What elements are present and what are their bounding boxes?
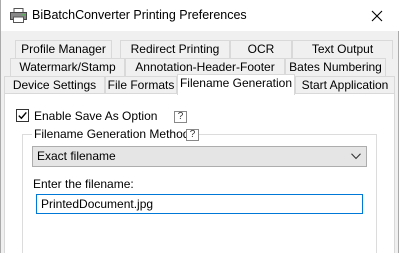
close-button[interactable] (354, 0, 399, 31)
tab-watermark-stamp[interactable]: Watermark/Stamp (10, 58, 125, 77)
tab-bates-numbering[interactable]: Bates Numbering (285, 58, 386, 77)
printer-icon (10, 8, 27, 23)
chevron-down-icon (351, 153, 361, 160)
filename-methods-title: Filename Generation Methods (32, 127, 198, 141)
checkmark-icon (18, 111, 27, 120)
filename-methods-help-button[interactable]: ? (186, 129, 199, 141)
window-title: BiBatchConverter Printing Preferences (32, 8, 247, 22)
enable-save-as-help-button[interactable]: ? (174, 111, 187, 123)
filename-method-value: Exact filename (37, 149, 116, 163)
title-bar: BiBatchConverter Printing Preferences (1, 0, 399, 31)
filename-method-select[interactable]: Exact filename (32, 146, 367, 167)
enable-save-as-label[interactable]: Enable Save As Option (34, 109, 157, 123)
tab-ocr[interactable]: OCR (230, 40, 292, 59)
tab-text-output[interactable]: Text Output (292, 40, 393, 59)
tab-redirect-printing[interactable]: Redirect Printing (120, 40, 230, 59)
tab-profile-manager[interactable]: Profile Manager (15, 40, 112, 59)
enable-save-as-checkbox[interactable] (16, 109, 29, 122)
filename-input[interactable] (36, 194, 363, 214)
printing-preferences-dialog: BiBatchConverter Printing Preferences Pr… (0, 0, 399, 253)
close-icon (371, 10, 383, 21)
tab-filename-generation[interactable]: Filename Generation (177, 74, 295, 95)
filename-label: Enter the filename: (33, 177, 134, 191)
